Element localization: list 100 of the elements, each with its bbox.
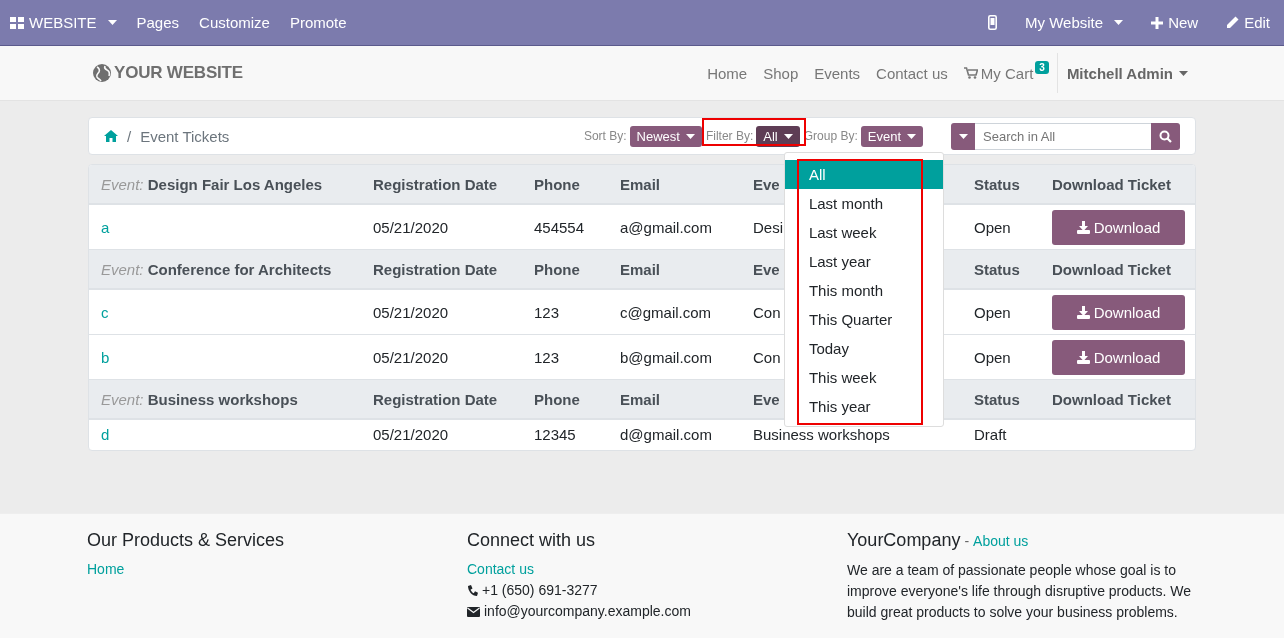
filter-option[interactable]: This year (784, 391, 943, 421)
attendee-link[interactable]: a (101, 218, 110, 236)
caret-icon (107, 20, 117, 25)
column-header: Phone (534, 175, 580, 193)
website-menu[interactable]: My Website (1025, 14, 1124, 31)
filter-option[interactable]: This week (784, 362, 943, 392)
nav-link[interactable]: Events (806, 64, 869, 82)
table-cell: Con (753, 348, 781, 366)
nav-link[interactable]: Home (699, 64, 756, 82)
column-header: Registration Date (373, 390, 498, 408)
admin-menu-item[interactable]: Promote (289, 14, 347, 31)
phone-number: +1 (650) 691-3277 (482, 581, 598, 600)
column-header: Download Ticket (1052, 175, 1171, 193)
column-header: Email (620, 260, 661, 278)
column-header: Status (974, 260, 1020, 278)
pencil-icon (1226, 16, 1240, 29)
cart-icon (963, 67, 978, 79)
envelope-icon (467, 606, 480, 617)
filter-option[interactable]: Last week (784, 217, 943, 247)
site-logo[interactable]: YOUR WEBSITE (88, 63, 247, 83)
attendee-link[interactable]: b (101, 348, 110, 366)
column-header: Status (974, 175, 1020, 193)
new-button[interactable]: New (1151, 14, 1199, 31)
table-cell: 05/21/2020 (373, 303, 449, 321)
breadcrumb-current: Event Tickets (140, 127, 230, 145)
table-cell: Business workshops (753, 426, 890, 443)
column-header: Email (620, 175, 661, 193)
column-header: Eve (753, 260, 780, 278)
download-button[interactable]: Download (1052, 294, 1185, 330)
phone-icon (467, 584, 478, 597)
filter-option[interactable]: This month (784, 275, 943, 305)
filter-label: Filter By: (705, 129, 754, 143)
footer-link[interactable]: About us (973, 531, 1029, 552)
search-icon (1159, 129, 1172, 143)
cart-link[interactable]: My Cart (955, 64, 1036, 82)
footer-heading: Our Products & Services (87, 530, 285, 551)
mobile-icon[interactable] (988, 15, 998, 30)
event-group-header: Event: Business workshops (101, 390, 298, 408)
column-header: Download Ticket (1052, 260, 1171, 278)
nav-link[interactable]: Contact us (868, 64, 956, 82)
home-icon[interactable] (104, 130, 118, 142)
attendee-link[interactable]: c (101, 303, 109, 321)
table-cell: Open (974, 348, 1011, 366)
group-dropdown[interactable]: Event (860, 125, 923, 147)
nav-link[interactable]: Shop (755, 64, 807, 82)
separator-text: - (964, 533, 970, 549)
table-cell: 454554 (534, 218, 585, 236)
company-description: We are a team of passionate people whose goal is to improve everyone's life through disruptive products. We build great products to solve your business problems. (847, 561, 1193, 622)
table-cell: Draft (974, 426, 1007, 443)
column-header: Eve (753, 175, 780, 193)
event-group-header: Event: Design Fair Los Angeles (101, 175, 323, 193)
search-button[interactable] (1151, 122, 1180, 150)
admin-menu-item[interactable]: Customize (199, 14, 270, 31)
table-cell: 05/21/2020 (373, 426, 449, 443)
column-header: Download Ticket (1052, 390, 1171, 408)
filter-option[interactable]: Today (784, 333, 943, 363)
download-button[interactable]: Download (1052, 339, 1185, 375)
table-cell: c@gmail.com (620, 303, 712, 321)
globe-icon (92, 63, 112, 83)
search-options-button[interactable] (951, 122, 975, 150)
caret-icon (958, 133, 968, 139)
table-cell: 05/21/2020 (373, 218, 449, 236)
attendee-link[interactable]: d (101, 426, 110, 443)
admin-menu-item[interactable]: Pages (136, 14, 180, 31)
caret-icon (1179, 70, 1188, 76)
plus-icon (1151, 16, 1164, 29)
footer-link[interactable]: Home (87, 559, 125, 580)
grid-icon (10, 16, 24, 29)
table-cell: Con (753, 303, 781, 321)
user-menu[interactable]: Mitchell Admin (1056, 53, 1196, 93)
filter-option[interactable]: Last year (784, 246, 943, 276)
caret-icon (907, 133, 916, 139)
table-cell: 123 (534, 348, 560, 366)
caret-icon (783, 133, 793, 139)
table-cell: b@gmail.com (620, 348, 712, 366)
table-cell: d@gmail.com (620, 426, 712, 443)
column-header: Email (620, 390, 661, 408)
search-field[interactable]: Search in All (975, 122, 1151, 150)
filter-option[interactable]: All (784, 159, 943, 189)
download-icon (1076, 220, 1090, 234)
column-header: Status (974, 390, 1020, 408)
app-menu[interactable]: WEBSITE (10, 14, 117, 31)
breadcrumb-separator: / (127, 127, 132, 145)
caret-icon (1114, 20, 1124, 25)
column-header: Phone (534, 390, 580, 408)
column-header: Registration Date (373, 175, 498, 193)
footer-link[interactable]: Contact us (467, 559, 534, 580)
download-icon (1076, 350, 1090, 364)
filter-dropdown[interactable]: All (756, 125, 800, 147)
footer-heading: YourCompany (847, 530, 961, 551)
download-button[interactable]: Download (1052, 209, 1185, 245)
filter-option[interactable]: This Quarter (784, 304, 943, 334)
table-cell: Open (974, 303, 1011, 321)
column-header: Registration Date (373, 260, 498, 278)
column-header: Eve (753, 390, 780, 408)
table-cell: 123 (534, 303, 560, 321)
filter-option[interactable]: Last month (784, 188, 943, 218)
sort-dropdown[interactable]: Newest (629, 125, 702, 147)
column-header: Phone (534, 260, 580, 278)
edit-button[interactable]: Edit (1226, 14, 1270, 31)
